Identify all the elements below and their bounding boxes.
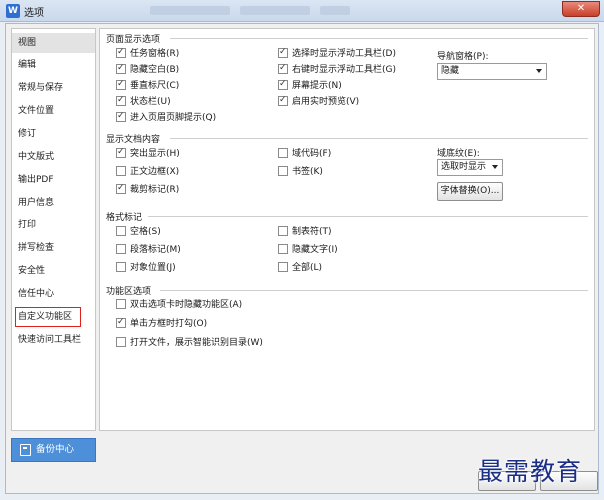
checkbox-box bbox=[116, 94, 126, 107]
checkbox-box bbox=[116, 262, 126, 272]
checkbox-paragraph-marks[interactable]: 段落标记(M) bbox=[116, 244, 181, 257]
checkbox-box bbox=[116, 78, 126, 91]
checkbox-box bbox=[116, 62, 126, 75]
sidebar-item-chinese-layout[interactable]: 中文版式 bbox=[12, 147, 95, 167]
checkbox-click-box-to-check[interactable]: 单击方框时打勾(O) bbox=[116, 316, 207, 331]
checkbox-floating-toolbar-on-right-click[interactable]: 右键时显示浮动工具栏(G) bbox=[278, 62, 396, 77]
watermark-text: 最需教育 bbox=[478, 457, 583, 486]
checkbox-smart-toc-on-open[interactable]: 打开文件，展示智能识别目录(W) bbox=[116, 337, 263, 350]
checkbox-floating-toolbar-on-select[interactable]: 选择时显示浮动工具栏(D) bbox=[278, 46, 396, 61]
sidebar-item-file-location[interactable]: 文件位置 bbox=[12, 101, 95, 121]
checkbox-double-click-hide-ribbon[interactable]: 双击选项卡时隐藏功能区(A) bbox=[116, 299, 242, 312]
sidebar-item-user-info[interactable]: 用户信息 bbox=[12, 193, 95, 213]
section-divider bbox=[148, 216, 588, 217]
sidebar-item-trust-center[interactable]: 信任中心 bbox=[12, 284, 95, 304]
checkbox-crop-marks[interactable]: 裁剪标记(R) bbox=[116, 182, 179, 197]
checkbox-spaces[interactable]: 空格(S) bbox=[116, 226, 161, 239]
checkbox-box bbox=[116, 46, 126, 59]
options-sidebar: 视图 编辑 常规与保存 文件位置 修订 中文版式 输出PDF 用户信息 打印 拼… bbox=[11, 28, 96, 431]
checkbox-box bbox=[278, 62, 288, 75]
title-bar: W 选项 ✕ bbox=[0, 0, 604, 22]
section-divider bbox=[170, 138, 588, 139]
close-button[interactable]: ✕ bbox=[562, 1, 600, 17]
section-divider bbox=[160, 290, 588, 291]
options-dialog: 视图 编辑 常规与保存 文件位置 修订 中文版式 输出PDF 用户信息 打印 拼… bbox=[5, 23, 599, 494]
checkbox-box bbox=[116, 110, 126, 123]
checkbox-header-footer-hint[interactable]: 进入页眉页脚提示(Q) bbox=[116, 110, 216, 125]
checkbox-box bbox=[116, 244, 126, 254]
blurred-title-region bbox=[240, 6, 310, 15]
blurred-title-region bbox=[320, 6, 350, 15]
blurred-title-region bbox=[150, 6, 230, 15]
backup-center-button[interactable]: 备份中心 bbox=[11, 438, 96, 462]
window-title: 选项 bbox=[24, 8, 44, 19]
checkbox-box bbox=[278, 46, 288, 59]
checkbox-live-preview[interactable]: 启用实时预览(V) bbox=[278, 94, 359, 109]
font-replace-button[interactable]: 字体替换(O)... bbox=[437, 182, 503, 201]
checkbox-box bbox=[278, 166, 288, 176]
checkbox-status-bar[interactable]: 状态栏(U) bbox=[116, 94, 171, 109]
checkbox-hide-whitespace[interactable]: 隐藏空白(B) bbox=[116, 62, 179, 77]
sidebar-item-spell-check[interactable]: 拼写检查 bbox=[12, 238, 95, 258]
checkbox-box bbox=[116, 337, 126, 347]
checkbox-box bbox=[278, 78, 288, 91]
nav-pane-select[interactable]: 隐藏 bbox=[437, 63, 547, 80]
checkbox-highlight[interactable]: 突出显示(H) bbox=[116, 146, 180, 161]
nav-pane-value: 隐藏 bbox=[441, 66, 460, 76]
checkbox-box bbox=[116, 182, 126, 195]
checkbox-box bbox=[278, 262, 288, 272]
chevron-down-icon bbox=[536, 69, 542, 73]
checkbox-box bbox=[278, 226, 288, 236]
checkbox-box bbox=[278, 94, 288, 107]
close-icon: ✕ bbox=[576, 3, 586, 14]
checkbox-text-boundaries[interactable]: 正文边框(X) bbox=[116, 166, 179, 179]
checkbox-box bbox=[116, 299, 126, 309]
nav-pane-label: 导航窗格(P): bbox=[437, 52, 489, 62]
checkbox-screen-tips[interactable]: 屏幕提示(N) bbox=[278, 78, 342, 93]
checkbox-field-codes[interactable]: 域代码(F) bbox=[278, 148, 331, 161]
section-divider bbox=[170, 38, 588, 39]
section-title-doc-content: 显示文档内容 bbox=[106, 135, 161, 145]
field-shading-value: 选取时显示 bbox=[441, 162, 487, 172]
field-shading-select[interactable]: 选取时显示 bbox=[437, 159, 503, 176]
backup-icon bbox=[20, 444, 31, 456]
backup-center-label: 备份中心 bbox=[36, 444, 75, 455]
checkbox-box bbox=[116, 166, 126, 176]
checkbox-box bbox=[116, 316, 126, 329]
sidebar-item-quick-access-toolbar[interactable]: 快速访问工具栏 bbox=[12, 330, 95, 350]
checkbox-object-anchors[interactable]: 对象位置(J) bbox=[116, 262, 176, 275]
sidebar-item-view[interactable]: 视图 bbox=[12, 33, 95, 53]
sidebar-item-edit[interactable]: 编辑 bbox=[12, 55, 95, 75]
wps-app-icon: W bbox=[6, 4, 20, 18]
section-title-ribbon: 功能区选项 bbox=[106, 287, 152, 297]
section-title-page-display: 页面显示选项 bbox=[106, 35, 161, 45]
checkbox-task-pane[interactable]: 任务窗格(R) bbox=[116, 46, 179, 61]
checkbox-all-marks[interactable]: 全部(L) bbox=[278, 262, 322, 275]
checkbox-tab-characters[interactable]: 制表符(T) bbox=[278, 226, 332, 239]
section-title-format-marks: 格式标记 bbox=[106, 213, 143, 223]
checkbox-box bbox=[116, 146, 126, 159]
sidebar-item-general-save[interactable]: 常规与保存 bbox=[12, 78, 95, 98]
checkbox-box bbox=[278, 244, 288, 254]
sidebar-item-customize-ribbon[interactable]: 自定义功能区 bbox=[15, 307, 81, 327]
checkbox-box bbox=[278, 148, 288, 158]
checkbox-box bbox=[116, 226, 126, 236]
checkbox-vertical-ruler[interactable]: 垂直标尺(C) bbox=[116, 78, 179, 93]
checkbox-bookmarks[interactable]: 书签(K) bbox=[278, 166, 323, 179]
field-shading-label: 域底纹(E): bbox=[437, 149, 480, 159]
sidebar-item-security[interactable]: 安全性 bbox=[12, 261, 95, 281]
checkbox-hidden-text[interactable]: 隐藏文字(I) bbox=[278, 244, 338, 257]
options-content: 页面显示选项 任务窗格(R) 隐藏空白(B) 垂直标尺(C) 状态栏(U) 进入… bbox=[99, 28, 595, 431]
sidebar-item-output-pdf[interactable]: 输出PDF bbox=[12, 170, 95, 190]
sidebar-item-revision[interactable]: 修订 bbox=[12, 124, 95, 144]
sidebar-item-print[interactable]: 打印 bbox=[12, 215, 95, 235]
chevron-down-icon bbox=[492, 165, 498, 169]
